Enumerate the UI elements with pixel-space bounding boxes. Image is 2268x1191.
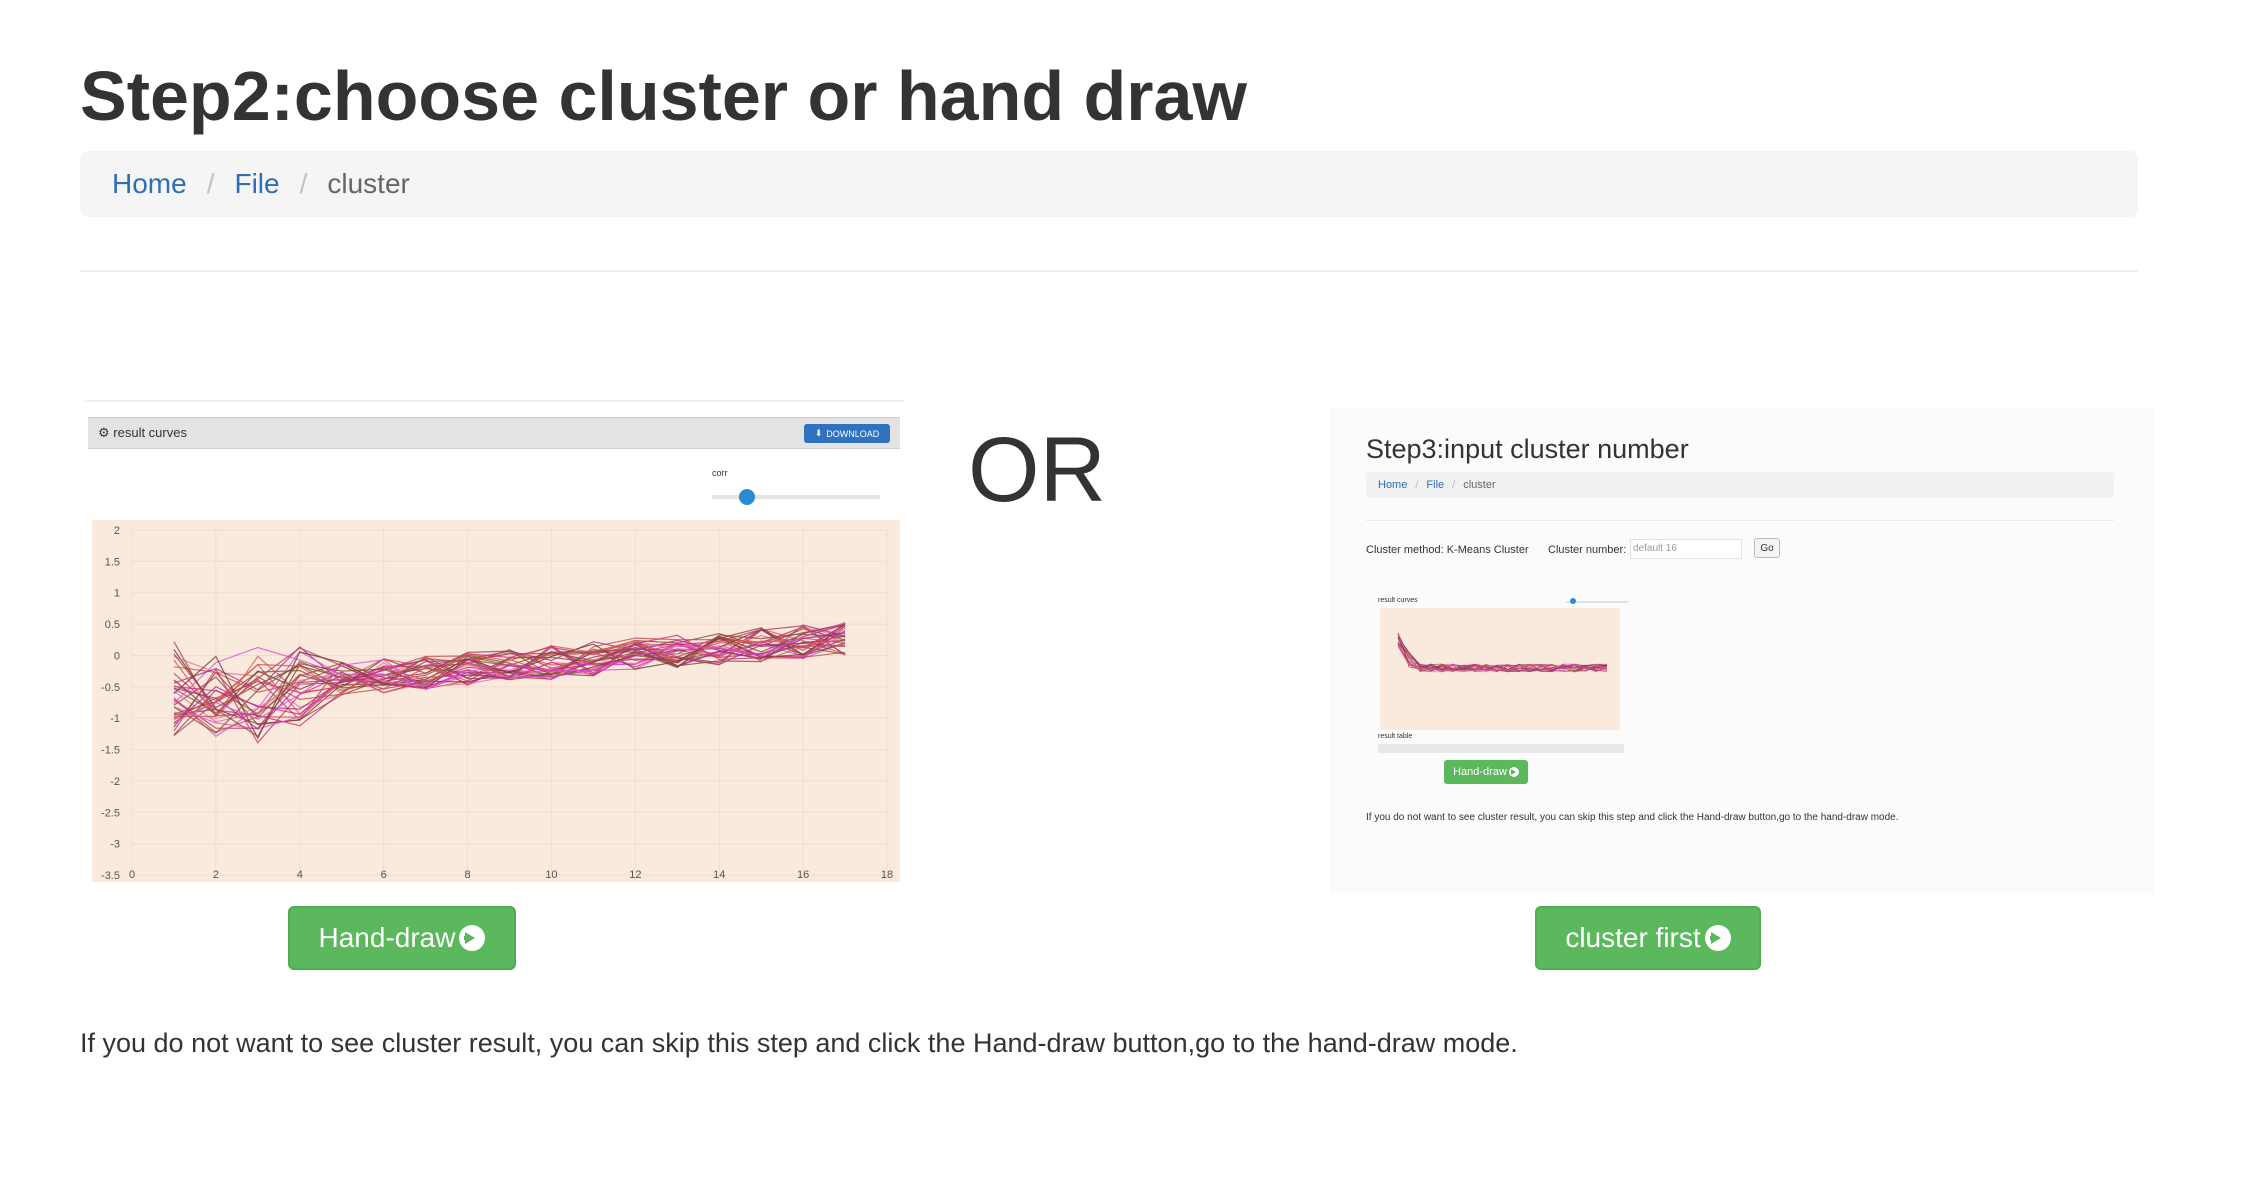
preview-result-table-label: result table [1378,733,1413,740]
hand-draw-button[interactable]: Hand-draw [288,906,516,970]
breadcrumb: Home / File / cluster [80,151,2138,217]
corr-slider-knob [739,489,755,505]
page-title: Step2:choose cluster or hand draw [80,57,1247,135]
y-tick-label: 1 [114,588,120,600]
y-tick-label: -3 [110,839,120,851]
preview-cluster-method: Cluster method: K-Means Cluster [1366,544,1529,556]
result-curves-title: ⚙ result curves [98,425,187,441]
cluster-preview-image: Step3:input cluster number Home / File /… [1330,408,2154,894]
preview-breadcrumb-home: Home [1378,479,1408,491]
preview-step3-title: Step3:input cluster number [1366,434,1689,464]
x-tick-label: 0 [129,869,135,881]
x-tick-label: 14 [713,869,725,881]
x-tick-label: 8 [464,869,470,881]
x-tick-label: 4 [297,869,303,881]
result-curves-panel-header: ⚙ result curves ⬇ DOWNLOAD [88,417,900,449]
y-tick-label: -0.5 [101,682,120,694]
preview-go-button: Go [1754,538,1780,558]
breadcrumb-current: cluster [327,168,410,199]
corr-slider-track [712,495,880,499]
preview-divider [1366,520,2114,521]
result-curves-label: result curves [113,425,187,440]
preview-mini-plot-svg [1397,632,1608,673]
y-tick-label: -1.5 [101,745,120,757]
y-tick-label: -2 [110,776,120,788]
hand-draw-button-label: Hand-draw [318,922,456,953]
x-tick-label: 10 [545,869,557,881]
x-tick-label: 18 [881,869,893,881]
result-curves-plot: 2 1.5 1 0.5 0 -0.5 -1 -1.5 -2 -2.5 -3 -3.5 0 2 4 6 8 10 12… [92,520,900,882]
result-curves-svg: 2 1.5 1 0.5 0 -0.5 -1 -1.5 -2 -2.5 -3 -3.5 0 2 4 6 8 10 12… [101,525,893,882]
y-tick-label: -1 [110,713,120,725]
download-label: DOWNLOAD [826,428,880,439]
breadcrumb-separator: / [299,168,308,199]
settings-icon: ⚙ [98,425,110,440]
arrow-right-circle-icon [459,925,486,951]
preview-divider [84,400,904,402]
preview-hand-draw-button: Hand-draw [1444,760,1528,784]
preview-breadcrumb-current: cluster [1463,479,1496,491]
corr-slider-label: corr [712,468,728,478]
preview-breadcrumb-separator: / [1415,479,1419,491]
y-tick-label: -3.5 [101,870,120,882]
x-tick-label: 16 [797,869,809,881]
preview-breadcrumb-separator: / [1452,479,1456,491]
breadcrumb-separator: / [206,168,215,199]
download-button: ⬇ DOWNLOAD [804,424,890,443]
preview-breadcrumb: Home / File / cluster [1366,472,2114,498]
breadcrumb-file-link[interactable]: File [234,168,279,200]
cluster-first-button[interactable]: cluster first [1535,906,1761,970]
divider [80,270,2138,272]
arrow-right-circle-icon [1704,925,1731,951]
x-tick-label: 6 [381,869,387,881]
x-tick-label: 12 [629,869,641,881]
y-tick-label: 1.5 [105,556,120,568]
preview-mini-plot [1380,608,1620,730]
preview-slider-knob [1570,598,1576,604]
y-tick-label: -2.5 [101,807,120,819]
preview-cluster-number-label: Cluster number: [1548,544,1627,556]
cluster-first-button-label: cluster first [1565,922,1701,953]
x-tick-label: 2 [213,869,219,881]
preview-result-table [1378,744,1624,753]
preview-hand-draw-label: Hand-draw [1453,766,1507,778]
preview-breadcrumb-file: File [1426,479,1445,491]
breadcrumb-home-link[interactable]: Home [112,168,187,200]
preview-cluster-number-input: default 16 [1630,539,1742,559]
y-tick-label: 2 [114,525,120,537]
curve-line [173,633,846,730]
y-tick-label: 0.5 [105,619,120,631]
skip-step-note: If you do not want to see cluster result… [80,1028,1518,1058]
download-icon: ⬇ [814,428,823,438]
preview-result-curves-label: result curves [1378,597,1418,604]
or-separator-text: OR [968,419,1106,521]
preview-note: If you do not want to see cluster result… [1366,812,1899,823]
y-tick-label: 0 [114,650,120,662]
arrow-right-circle-icon [1508,767,1519,777]
hand-draw-preview-image: ⚙ result curves ⬇ DOWNLOAD corr 2 1.5 1 0.5… [84,400,904,882]
